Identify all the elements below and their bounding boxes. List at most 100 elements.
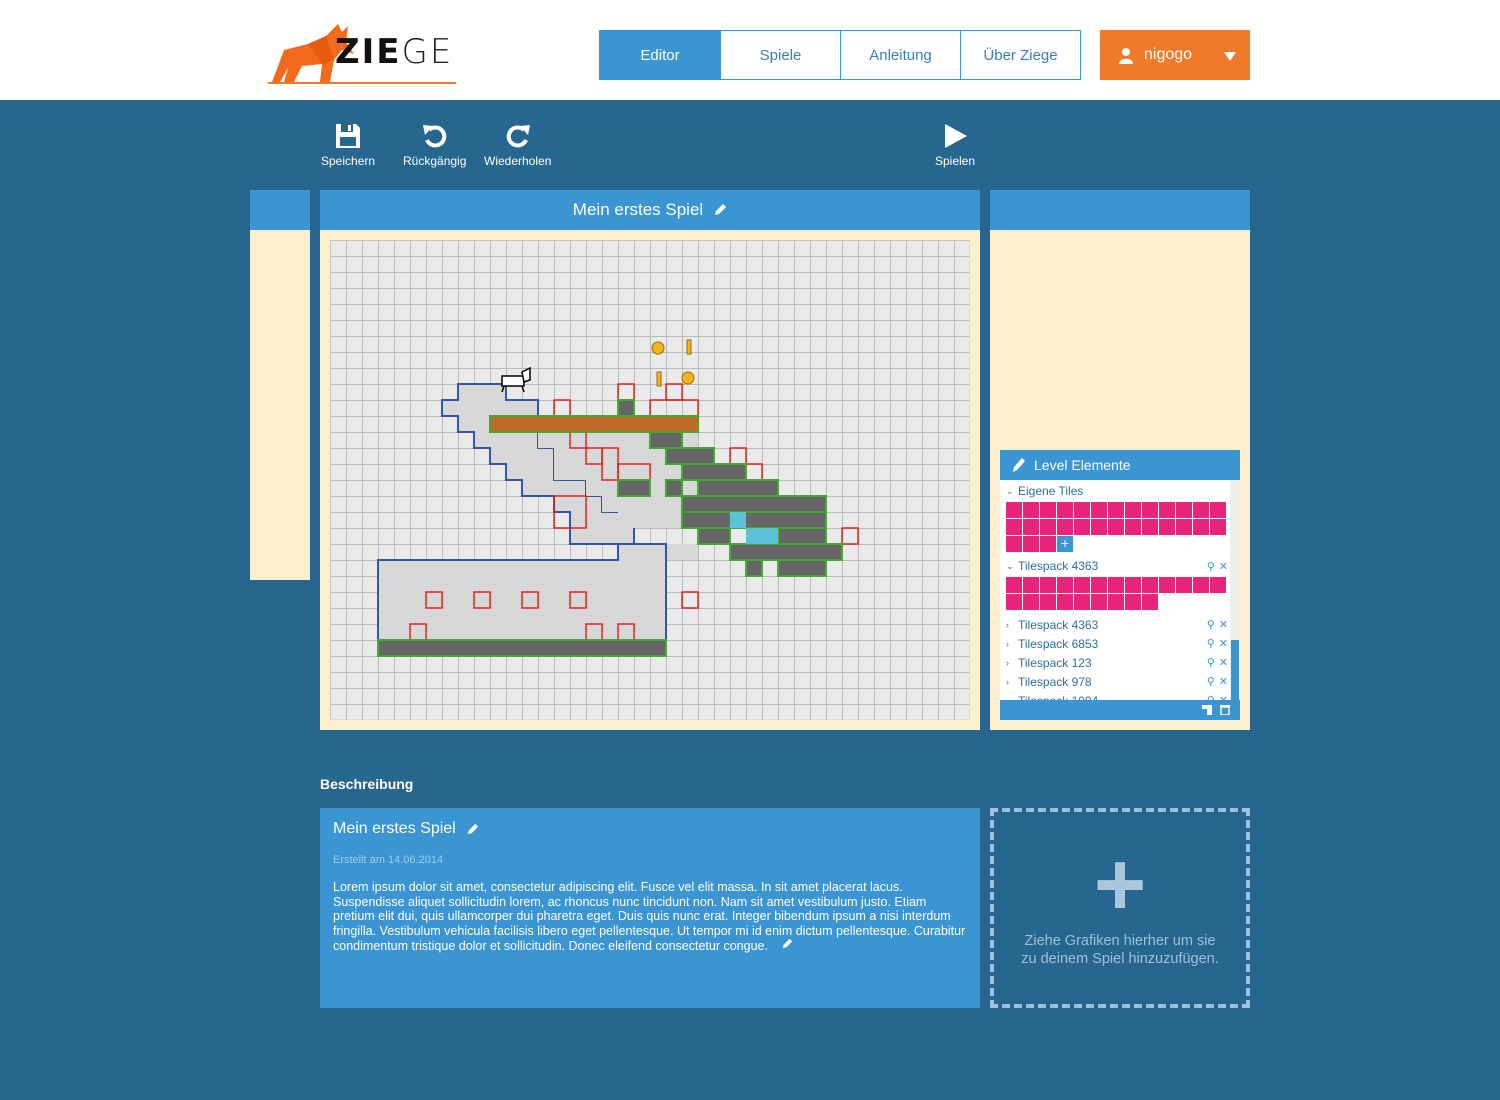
tilespack-item[interactable]: › Tilespack 123 ⚲ ✕ [1004,653,1230,672]
add-tile-button[interactable]: + [1057,536,1073,552]
tile[interactable] [1142,594,1158,610]
tile[interactable] [1040,577,1056,593]
zoom-icon[interactable]: ⚲ [1207,618,1215,631]
close-icon[interactable]: ✕ [1219,656,1228,669]
tile[interactable] [1057,519,1073,535]
tile[interactable] [1040,519,1056,535]
tile[interactable] [1074,577,1090,593]
tile[interactable] [1006,577,1022,593]
redo-button[interactable]: Wiederholen [484,122,551,168]
floppy-icon [336,124,361,148]
tile[interactable] [1040,502,1056,518]
section-tilespack-open[interactable]: ⌄ Tilespack 4363 ⚲ ✕ [1004,557,1230,575]
pencil-icon[interactable] [713,203,727,217]
level-elements-header: Level Elemente [1000,450,1240,480]
play-icon [945,124,968,148]
scrollbar[interactable] [1230,480,1240,700]
tile[interactable] [1108,502,1124,518]
level-grid[interactable] [330,240,970,720]
nav-anleitung[interactable]: Anleitung [840,31,960,79]
tilespack-item[interactable]: › Tilespack 978 ⚲ ✕ [1004,672,1230,691]
section-own-tiles[interactable]: ⌄ Eigene Tiles [1004,482,1230,500]
undo-label: Rückgängig [403,154,467,168]
tile[interactable] [1006,502,1022,518]
tile[interactable] [1142,519,1158,535]
logo-text-light: GE [401,32,454,72]
description-text-wrap: Lorem ipsum dolor sit amet, consectetur … [333,880,967,954]
tile[interactable] [1074,594,1090,610]
tile[interactable] [1142,502,1158,518]
tile[interactable] [1091,577,1107,593]
close-icon[interactable]: ✕ [1219,675,1228,688]
tile[interactable] [1091,519,1107,535]
nav-ueber-ziege[interactable]: Über Ziege [960,31,1080,79]
tile[interactable] [1159,502,1175,518]
user-menu-button[interactable]: nigogo [1100,30,1250,80]
zoom-icon[interactable]: ⚲ [1207,675,1215,688]
tile[interactable] [1023,519,1039,535]
tile[interactable] [1108,577,1124,593]
tilespack-grid [1006,577,1230,611]
tilespack-item[interactable]: › Tilespack 4363 ⚲ ✕ [1004,615,1230,634]
nav-editor[interactable]: Editor [600,31,720,79]
description-title: Mein erstes Spiel [333,820,456,837]
tile[interactable] [1125,577,1141,593]
logo-underline [268,82,456,84]
graphics-dropzone[interactable]: + Ziehe Grafiken hierher um sie zu deine… [990,808,1250,1008]
tile[interactable] [1074,502,1090,518]
tile[interactable] [1074,519,1090,535]
copy-icon[interactable] [1202,705,1212,715]
level-elements-panel: Level Elemente ⌄ Eigene Tiles + ⌄ Tilesp… [1000,450,1240,720]
tile[interactable] [1023,502,1039,518]
zoom-icon[interactable]: ⚲ [1207,656,1215,669]
tile[interactable] [1193,577,1209,593]
tile[interactable] [1176,502,1192,518]
tile[interactable] [1091,594,1107,610]
tile[interactable] [1193,502,1209,518]
play-button[interactable]: Spielen [935,122,975,168]
tile[interactable] [1125,502,1141,518]
close-icon[interactable]: ✕ [1219,560,1228,573]
pencil-icon[interactable] [781,938,793,950]
tile[interactable] [1057,594,1073,610]
tile[interactable] [1006,594,1022,610]
tile[interactable] [1108,594,1124,610]
tile[interactable] [1006,519,1022,535]
tile[interactable] [1210,519,1226,535]
tile[interactable] [1159,519,1175,535]
tile[interactable] [1176,577,1192,593]
scrollbar-thumb[interactable] [1231,640,1239,700]
save-label: Speichern [321,154,376,168]
tile[interactable] [1023,594,1039,610]
tile[interactable] [1125,594,1141,610]
tile[interactable] [1176,519,1192,535]
tile[interactable] [1159,577,1175,593]
tile[interactable] [1210,577,1226,593]
tile[interactable] [1023,536,1039,552]
tilespack-label: Tilespack 6853 [1018,636,1099,651]
undo-button[interactable]: Rückgängig [403,122,466,168]
trash-icon[interactable] [1220,704,1230,715]
tile[interactable] [1057,502,1073,518]
save-button[interactable]: Speichern [321,122,375,168]
tile[interactable] [1023,577,1039,593]
tilespack-item[interactable]: › Tilespack 6853 ⚲ ✕ [1004,634,1230,653]
tile[interactable] [1125,519,1141,535]
chevron-right-icon: › [1006,676,1009,687]
close-icon[interactable]: ✕ [1219,618,1228,631]
tile[interactable] [1108,519,1124,535]
close-icon[interactable]: ✕ [1219,637,1228,650]
tile[interactable] [1040,594,1056,610]
tile[interactable] [1006,536,1022,552]
pencil-icon[interactable] [466,823,479,836]
tile[interactable] [1057,577,1073,593]
nav-spiele[interactable]: Spiele [720,31,840,79]
tile[interactable] [1193,519,1209,535]
tile[interactable] [1091,502,1107,518]
tile[interactable] [1142,577,1158,593]
zoom-icon[interactable]: ⚲ [1207,560,1215,573]
tile[interactable] [1210,502,1226,518]
tilespack-item[interactable]: ›Tilespack 1004⚲✕ [1004,691,1230,701]
tile[interactable] [1040,536,1056,552]
zoom-icon[interactable]: ⚲ [1207,637,1215,650]
